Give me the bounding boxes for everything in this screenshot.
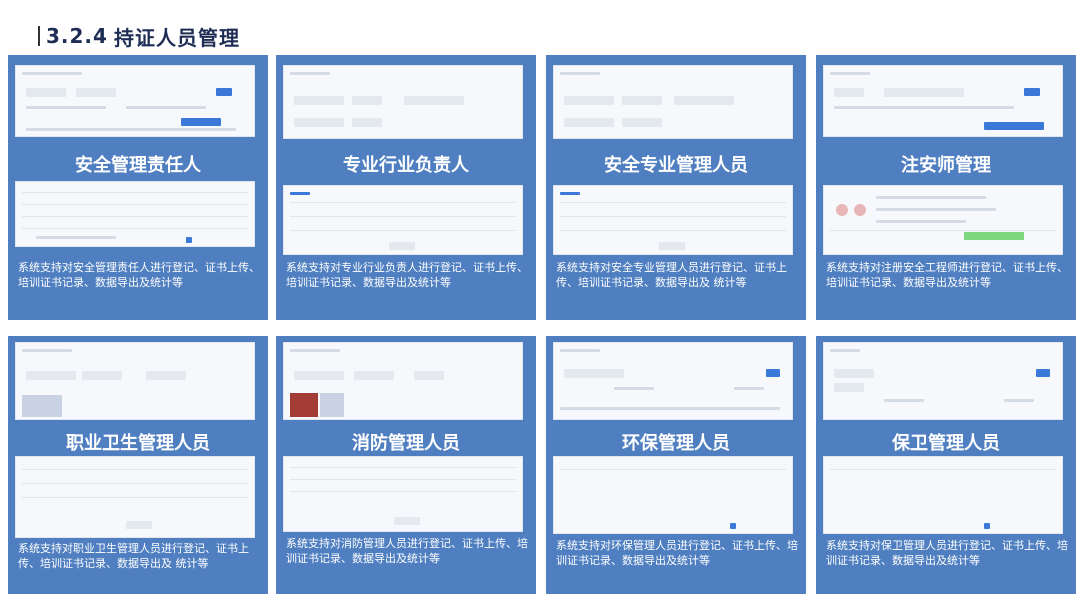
section-heading: 3.2.4 持证人员管理	[38, 22, 240, 50]
section-number: 3.2.4	[46, 24, 108, 48]
card-title: 保卫管理人员	[892, 433, 1000, 454]
heading-bar	[38, 26, 40, 46]
screenshot-bottom	[283, 456, 523, 532]
card-safety-responsible: 安全管理责任人 系统支持对安全管理责任人进行登记、证书上传、培训证书记录、数据导…	[8, 55, 268, 320]
card-fire-management: 消防管理人员 系统支持对消防管理人员进行登记、证书上传、培训证书记录、数据导出及…	[276, 336, 536, 594]
screenshot-bottom	[553, 185, 793, 255]
screenshot-top	[15, 342, 255, 420]
card-title: 专业行业负责人	[343, 155, 469, 176]
card-description: 系统支持对专业行业负责人进行登记、证书上传、培训证书记录、数据导出及统计等	[286, 261, 528, 289]
card-title: 注安师管理	[901, 155, 991, 176]
screenshot-bottom	[823, 456, 1063, 534]
card-description: 系统支持对安全专业管理人员进行登记、证书上传、培训证书记录、数据导出及 统计等	[556, 261, 787, 289]
card-safety-professional: 安全专业管理人员 系统支持对安全专业管理人员进行登记、证书上传、培训证书记录、数…	[546, 55, 806, 320]
screenshot-top	[823, 65, 1063, 137]
screenshot-top	[283, 65, 523, 139]
screenshot-bottom	[823, 185, 1063, 255]
card-title: 环保管理人员	[622, 433, 730, 454]
card-description: 系统支持对安全管理责任人进行登记、证书上传、培训证书记录、数据导出及统计等	[18, 261, 260, 289]
section-title: 持证人员管理	[113, 25, 240, 50]
screenshot-top	[553, 65, 793, 139]
card-description: 系统支持对注册安全工程师进行登记、证书上传、培训证书记录、数据导出及统计等	[826, 261, 1068, 289]
screenshot-top	[283, 342, 523, 420]
card-description: 系统支持对保卫管理人员进行登记、证书上传、培训证书记录、数据导出及统计等	[826, 539, 1068, 567]
screenshot-bottom	[15, 456, 255, 538]
card-title: 安全管理责任人	[75, 155, 201, 176]
screenshot-top	[823, 342, 1063, 420]
card-title: 安全专业管理人员	[604, 155, 748, 176]
card-description: 系统支持对职业卫生管理人员进行登记、证书上传、培训证书记录、数据导出及 统计等	[18, 542, 249, 570]
screenshot-bottom	[15, 181, 255, 247]
screenshot-bottom	[553, 456, 793, 534]
card-title: 消防管理人员	[352, 433, 460, 454]
card-occupational-health: 职业卫生管理人员 系统支持对职业卫生管理人员进行登记、证书上传、培训证书记录、数…	[8, 336, 268, 594]
card-industry-responsible: 专业行业负责人 系统支持对专业行业负责人进行登记、证书上传、培训证书记录、数据导…	[276, 55, 536, 320]
card-title: 职业卫生管理人员	[66, 433, 210, 454]
card-description: 系统支持对消防管理人员进行登记、证书上传、培训证书记录、数据导出及统计等	[286, 537, 528, 565]
card-environmental: 环保管理人员 系统支持对环保管理人员进行登记、证书上传、培训证书记录、数据导出及…	[546, 336, 806, 594]
screenshot-top	[15, 65, 255, 137]
screenshot-bottom	[283, 185, 523, 255]
card-security-guard: 保卫管理人员 系统支持对保卫管理人员进行登记、证书上传、培训证书记录、数据导出及…	[816, 336, 1076, 594]
screenshot-top	[553, 342, 793, 420]
card-description: 系统支持对环保管理人员进行登记、证书上传、培训证书记录、数据导出及统计等	[556, 539, 798, 567]
card-registered-safety-engineer: 注安师管理 系统支持对注册安全工程师进行登记、证书上传、培训证书记录、数据导出及…	[816, 55, 1076, 320]
